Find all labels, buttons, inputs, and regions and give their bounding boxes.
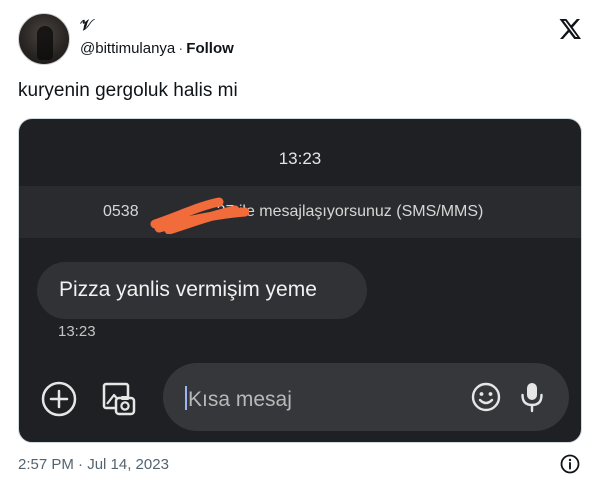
phone-number-prefix: 0538 bbox=[103, 203, 139, 220]
tweet-timestamp[interactable]: 2:57 PM · Jul 14, 2023 bbox=[18, 456, 169, 473]
message-input-placeholder: Kısa mesaj bbox=[185, 386, 292, 412]
gallery-button[interactable] bbox=[99, 379, 139, 419]
conversation-banner: 0538 27 ile mesajlaşıyorsunuz (SMS/MMS) bbox=[19, 186, 581, 238]
info-icon[interactable] bbox=[560, 454, 580, 474]
redaction-scribble bbox=[150, 197, 249, 234]
user-handle[interactable]: @bittimulanya bbox=[80, 40, 175, 57]
message-time: 13:23 bbox=[58, 323, 96, 340]
follow-button[interactable]: Follow bbox=[186, 40, 234, 57]
compose-bar: Kısa mesaj bbox=[19, 359, 581, 442]
tweet-text: kuryenin gergoluk halis mi bbox=[18, 80, 238, 101]
plus-icon bbox=[41, 381, 77, 417]
tweet-header: 𝒱 @bittimulanya · Follow bbox=[18, 13, 582, 65]
tweet-media-screenshot[interactable]: 13:23 0538 27 ile mesajlaşıyorsunuz (SMS/… bbox=[18, 118, 582, 443]
x-logo-icon[interactable] bbox=[558, 17, 582, 41]
avatar[interactable] bbox=[18, 13, 70, 65]
message-input[interactable]: Kısa mesaj bbox=[163, 363, 569, 431]
screenshot-top-time: 13:23 bbox=[278, 149, 322, 168]
add-attachment-button[interactable] bbox=[39, 379, 79, 419]
voice-input-button[interactable] bbox=[517, 380, 547, 414]
display-name[interactable]: 𝒱 bbox=[80, 17, 93, 34]
message-bubble[interactable]: Pizza yanlis vermişim yeme bbox=[37, 262, 367, 319]
banner-message: ile mesajlaşıyorsunuz (SMS/MMS) bbox=[238, 203, 484, 220]
handle-line: @bittimulanya · Follow bbox=[80, 40, 234, 57]
gallery-icon bbox=[102, 382, 136, 416]
text-cursor bbox=[185, 386, 187, 410]
message-text: Pizza yanlis vermişim yeme bbox=[59, 278, 317, 301]
emoji-icon bbox=[471, 382, 501, 412]
emoji-button[interactable] bbox=[469, 380, 503, 414]
tweet-footer: 2:57 PM · Jul 14, 2023 bbox=[18, 453, 582, 477]
mic-icon bbox=[521, 383, 543, 413]
separator-dot: · bbox=[178, 40, 184, 57]
